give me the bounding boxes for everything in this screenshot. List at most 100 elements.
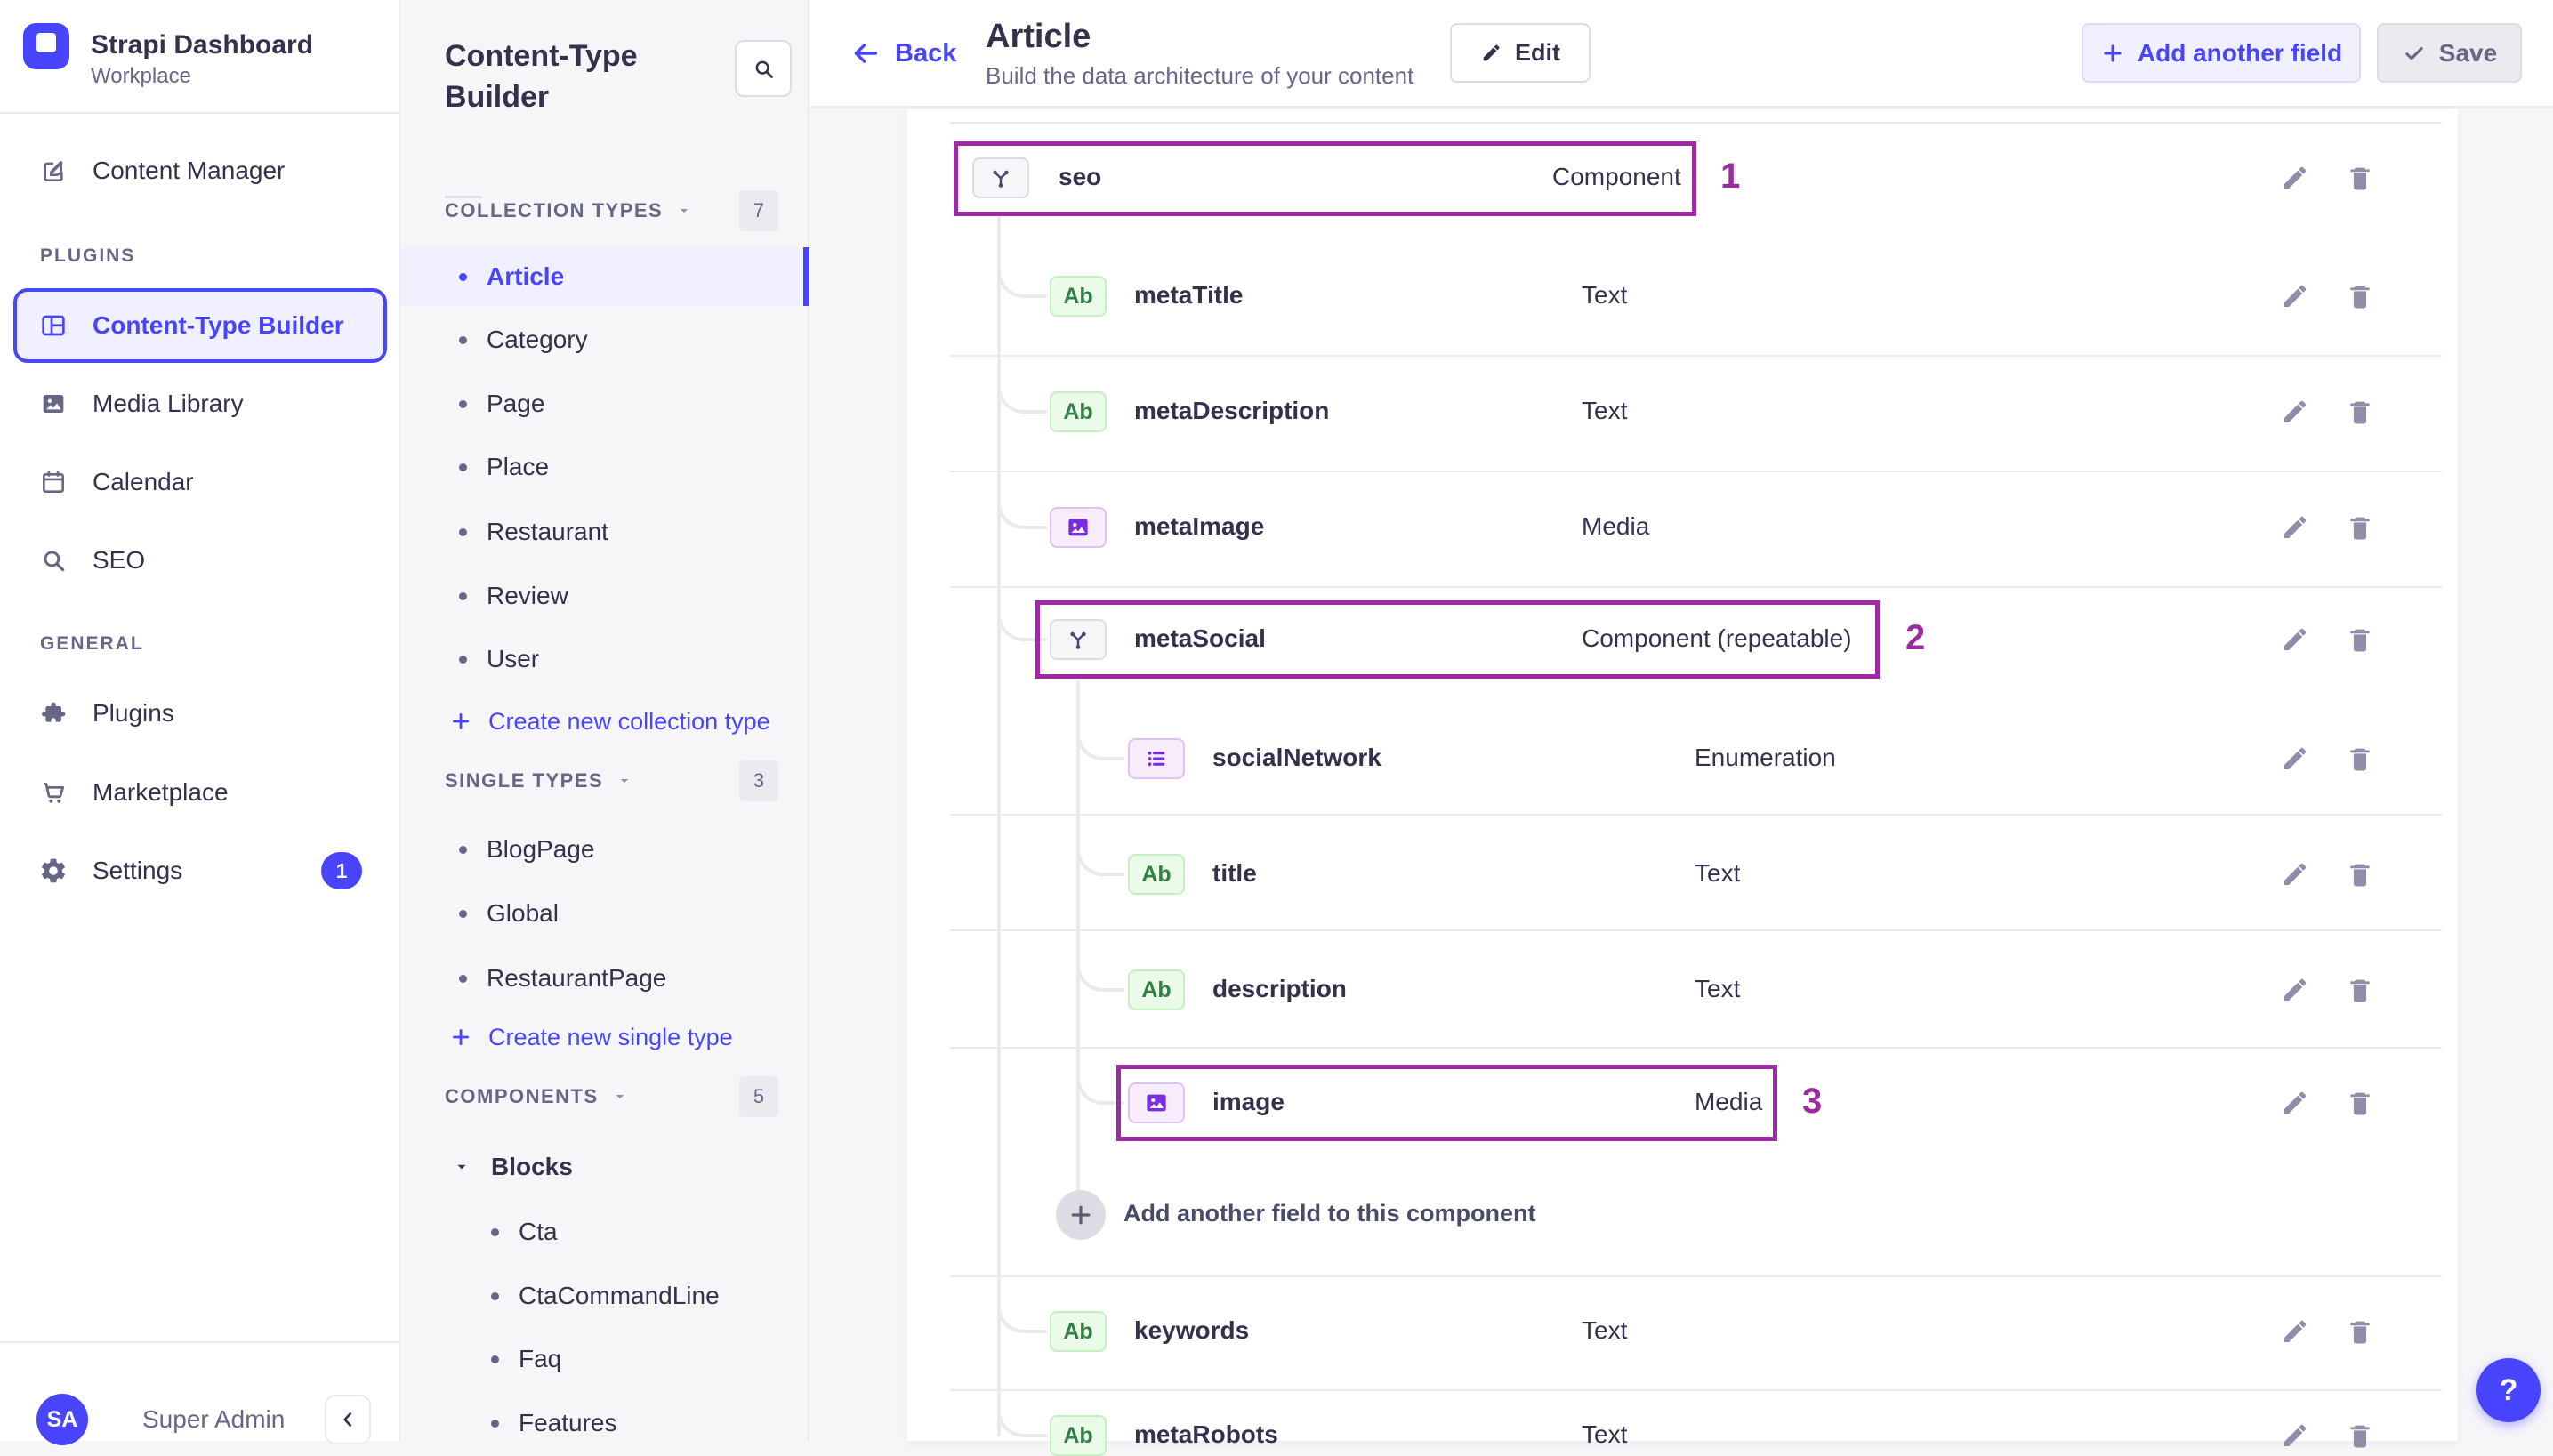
row-separator: [950, 471, 2442, 472]
builder-item-faq[interactable]: Faq: [491, 1339, 793, 1379]
builder-item-category[interactable]: Category: [459, 320, 797, 359]
field-type: Text: [1582, 281, 1628, 309]
sidebar-item-content-type-builder[interactable]: Content-Type Builder: [39, 306, 377, 345]
add-another-field-button[interactable]: Add another field: [2082, 23, 2361, 83]
field-type: Text: [1582, 1420, 1628, 1448]
builder-item-label: BlogPage: [487, 835, 595, 863]
builder-item-global[interactable]: Global: [459, 894, 797, 933]
builder-item-ctacommandline[interactable]: CtaCommandLine: [491, 1276, 793, 1315]
pencil-icon: [2280, 163, 2310, 193]
group-header-components[interactable]: COMPONENTS: [445, 1082, 712, 1111]
back-arrow-icon: [850, 38, 881, 68]
edit-field-button[interactable]: [2275, 277, 2315, 316]
edit-button[interactable]: Edit: [1450, 23, 1591, 83]
add-field-label: Add another field: [2137, 38, 2343, 67]
builder-item-user[interactable]: User: [459, 640, 797, 679]
field-name: description: [1212, 975, 1347, 1002]
builder-item-review[interactable]: Review: [459, 576, 797, 615]
delete-field-button[interactable]: [2340, 392, 2380, 431]
help-button[interactable]: ?: [2476, 1358, 2541, 1422]
group-header-single-types[interactable]: SINGLE TYPES: [445, 767, 712, 795]
add-field-to-component-button[interactable]: [1056, 1190, 1106, 1240]
builder-item-label: Category: [487, 326, 588, 353]
trash-icon: [2345, 859, 2375, 889]
group-count-badge: 5: [739, 1076, 778, 1117]
delete-field-button[interactable]: [2340, 1083, 2380, 1122]
row-separator: [950, 814, 2442, 816]
sidebar-item-media-library[interactable]: Media Library: [39, 384, 377, 423]
trash-icon: [2345, 1316, 2375, 1347]
sidebar-item-label: Media Library: [93, 390, 244, 417]
builder-item-article[interactable]: Article: [459, 257, 797, 296]
delete-field-button[interactable]: [2340, 620, 2380, 659]
trash-icon: [2345, 512, 2375, 543]
edit-field-button[interactable]: [2275, 970, 2315, 1010]
bullet-icon: [459, 463, 467, 471]
trash-icon: [2345, 624, 2375, 655]
sidebar-item-marketplace[interactable]: Marketplace: [39, 773, 377, 812]
field-type: Media: [1582, 512, 1650, 540]
delete-field-button[interactable]: [2340, 158, 2380, 197]
edit-field-button[interactable]: [2275, 1083, 2315, 1122]
bullet-icon: [459, 845, 467, 854]
sidebar-item-seo[interactable]: SEO: [39, 541, 377, 580]
builder-item-restaurant[interactable]: Restaurant: [459, 512, 797, 551]
edit-field-button[interactable]: [2275, 158, 2315, 197]
trash-icon: [2345, 1088, 2375, 1118]
annotation-box-1: [954, 141, 1696, 216]
builder-item-place[interactable]: Place: [459, 447, 797, 487]
row-separator: [950, 1047, 2442, 1049]
field-name: metaTitle: [1134, 281, 1244, 309]
bullet-icon: [459, 909, 467, 918]
delete-field-button[interactable]: [2340, 1312, 2380, 1351]
delete-field-button[interactable]: [2340, 1416, 2380, 1455]
delete-field-button[interactable]: [2340, 970, 2380, 1010]
delete-field-button[interactable]: [2340, 855, 2380, 894]
save-button[interactable]: Save: [2377, 23, 2522, 83]
create-collection-type-link[interactable]: Create new collection type: [449, 702, 805, 741]
collapse-sidebar-button[interactable]: [325, 1395, 371, 1444]
sidebar-bottom-divider: [0, 1341, 400, 1343]
delete-field-button[interactable]: [2340, 508, 2380, 547]
edit-field-button[interactable]: [2275, 1312, 2315, 1351]
bullet-icon: [459, 272, 467, 281]
pencil-icon: [2280, 624, 2310, 655]
delete-field-button[interactable]: [2340, 277, 2380, 316]
cart-icon: [39, 778, 68, 807]
field-type: Text: [1695, 859, 1741, 887]
sidebar-item-calendar[interactable]: Calendar: [39, 463, 377, 502]
field-type-media-icon: [1050, 507, 1107, 548]
builder-item-blogpage[interactable]: BlogPage: [459, 830, 797, 869]
sidebar-item-content-manager[interactable]: Content Manager: [39, 151, 377, 190]
annotation-box-2: [1035, 600, 1880, 679]
edit-field-button[interactable]: [2275, 855, 2315, 894]
builder-item-cta[interactable]: Cta: [491, 1212, 793, 1251]
edit-field-button[interactable]: [2275, 739, 2315, 778]
edit-field-button[interactable]: [2275, 1416, 2315, 1455]
settings-badge: 1: [321, 852, 362, 889]
edit-field-button[interactable]: [2275, 392, 2315, 431]
workspace-name: Strapi Dashboard: [91, 30, 314, 60]
builder-item-label: User: [487, 645, 540, 672]
builder-search-button[interactable]: [735, 40, 792, 97]
builder-item-blocks[interactable]: Blocks: [452, 1147, 790, 1187]
row-separator: [950, 122, 2442, 124]
page-title: Article: [986, 18, 1091, 55]
create-single-type-link[interactable]: Create new single type: [449, 1018, 805, 1057]
sidebar-item-plugins[interactable]: Plugins: [39, 694, 377, 733]
search-icon: [752, 57, 776, 81]
app: ? Strapi Dashboard Workplace Content Manag…: [0, 0, 2553, 1456]
trash-icon: [2345, 281, 2375, 311]
builder-item-page[interactable]: Page: [459, 384, 797, 423]
builder-item-features[interactable]: Features: [491, 1404, 793, 1443]
chevron-down-icon: [616, 772, 633, 790]
feather-icon: [39, 157, 68, 185]
group-header-collection-types[interactable]: COLLECTION TYPES: [445, 197, 712, 225]
back-button[interactable]: Back: [850, 34, 966, 73]
edit-field-button[interactable]: [2275, 508, 2315, 547]
builder-item-restaurantpage[interactable]: RestaurantPage: [459, 959, 797, 998]
annotation-number-2: 2: [1905, 618, 1926, 657]
delete-field-button[interactable]: [2340, 739, 2380, 778]
field-type-text-icon: Ab: [1050, 1311, 1107, 1352]
edit-field-button[interactable]: [2275, 620, 2315, 659]
